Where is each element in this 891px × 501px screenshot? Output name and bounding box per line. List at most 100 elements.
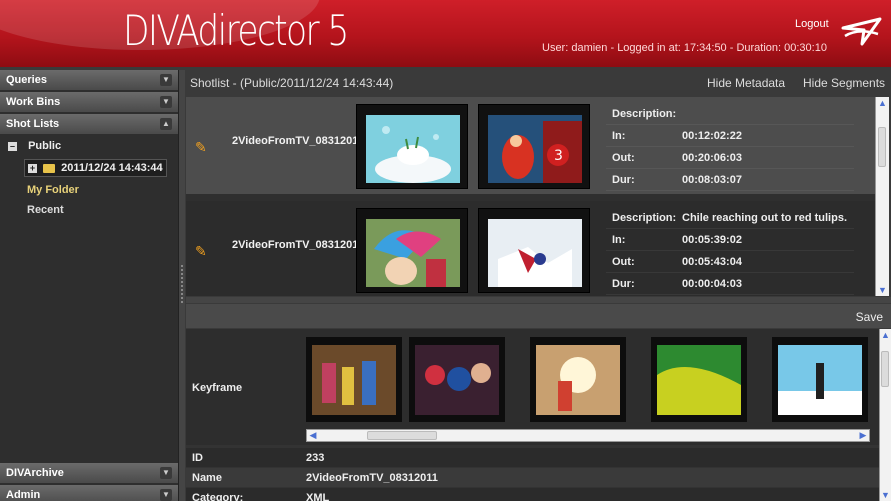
panel-splitter[interactable] — [186, 297, 891, 303]
tree-item-label: Recent — [27, 204, 64, 216]
tree-item-public[interactable]: – Public — [8, 140, 61, 158]
scroll-thumb[interactable] — [878, 127, 886, 167]
field-value: XML — [306, 492, 330, 501]
tree-item-label: Public — [28, 140, 62, 152]
section-label: Admin — [6, 489, 41, 501]
sidebar-section-shot-lists[interactable]: Shot Lists ▲ — [0, 114, 178, 134]
keyframe-thumbnail[interactable] — [306, 337, 402, 422]
scroll-down-icon[interactable]: ▼ — [880, 489, 891, 501]
field-label: Category: — [192, 492, 244, 501]
meta-out-row: Out: 00:20:06:03 — [606, 147, 854, 169]
collapse-icon[interactable]: – — [8, 141, 17, 151]
keyframe-image — [778, 345, 862, 415]
pencil-icon[interactable]: ✎ — [195, 243, 207, 260]
chevron-down-icon[interactable]: ▼ — [160, 74, 172, 86]
tree-item-selected-shotlist[interactable]: + 2011/12/24 14:43:44 — [24, 159, 167, 177]
meta-in-row: In: 00:12:02:22 — [606, 125, 854, 147]
keyframe-thumbnail[interactable] — [772, 337, 868, 422]
chevron-down-icon[interactable]: ▼ — [160, 467, 172, 479]
shotlist-title: Shotlist - (Public/2011/12/24 14:43:44) — [190, 76, 394, 90]
scroll-thumb[interactable] — [367, 431, 437, 440]
sidebar-section-divarchive[interactable]: DIVArchive ▼ — [0, 463, 178, 483]
logo-version: 5 — [327, 6, 349, 55]
segment-clip-name: 2VideoFromTV_0831201 — [232, 239, 359, 251]
metadata-field-row: ID 233 — [186, 448, 879, 467]
segment-row[interactable]: ✎ 2VideoFromTV_0831201 Description: Chil… — [186, 201, 875, 296]
meta-label: Description: — [612, 108, 677, 120]
metadata-toolbar: Save — [186, 304, 891, 328]
keyframe-thumbnail[interactable] — [409, 337, 505, 422]
chevron-down-icon[interactable]: ▼ — [160, 489, 172, 501]
section-label: Shot Lists — [6, 118, 60, 130]
meta-label: Description: — [612, 212, 677, 224]
save-button[interactable]: Save — [856, 310, 883, 324]
scroll-thumb[interactable] — [881, 351, 889, 387]
meta-value: 00:00:04:03 — [682, 278, 742, 290]
segment-metadata: Description: Chile reaching out to red tu… — [606, 207, 854, 295]
scroll-left-icon[interactable]: ◀ — [307, 430, 319, 441]
shotlist-tree: – Public + 2011/12/24 14:43:44 My Folder… — [0, 136, 178, 462]
keyframe-image — [536, 345, 620, 415]
scroll-up-icon[interactable]: ▲ — [876, 97, 889, 109]
keyframe-image — [312, 345, 396, 415]
sidebar-splitter[interactable] — [178, 70, 185, 501]
thumbnail-image — [488, 219, 582, 287]
keyframe-label: Keyframe — [192, 382, 243, 394]
segment-clip-name: 2VideoFromTV_0831201 — [232, 135, 359, 147]
segment-list-scrollbar[interactable]: ▲ ▼ — [875, 97, 889, 296]
keyframe-scrollbar[interactable]: ◀ ▶ — [306, 429, 870, 442]
meta-dur-row: Dur: 00:00:04:03 — [606, 273, 854, 295]
app-logo: DIVAdirector 5 — [123, 6, 349, 55]
segment-row[interactable]: ✎ 2VideoFromTV_0831201 3 Description: In… — [186, 97, 875, 194]
meta-in-row: In: 00:05:39:02 — [606, 229, 854, 251]
chevron-up-icon[interactable]: ▲ — [160, 118, 172, 130]
expand-icon[interactable]: + — [28, 163, 37, 173]
keyframe-thumbnail[interactable] — [651, 337, 747, 422]
field-value: 233 — [306, 452, 325, 464]
metadata-field-row: Name 2VideoFromTV_08312011 — [186, 468, 879, 487]
thumbnail-image — [366, 219, 460, 287]
tree-item-my-folder[interactable]: My Folder — [27, 184, 79, 202]
sidebar-section-queries[interactable]: Queries ▼ — [0, 70, 178, 90]
tree-item-recent[interactable]: Recent — [27, 204, 64, 222]
tree-item-label: My Folder — [27, 184, 79, 196]
meta-label: In: — [612, 130, 626, 142]
logout-link[interactable]: Logout — [795, 18, 829, 30]
hide-segments-button[interactable]: Hide Segments — [803, 76, 885, 90]
segment-in-thumbnail[interactable] — [356, 104, 468, 189]
segment-in-thumbnail[interactable] — [356, 208, 468, 293]
segment-out-thumbnail[interactable] — [478, 208, 590, 293]
logo-prefix: DIVA — [123, 6, 199, 55]
keyframe-row: Keyframe ◀ ▶ — [186, 329, 879, 445]
meta-dur-row: Dur: 00:08:03:07 — [606, 169, 854, 191]
meta-value: 00:08:03:07 — [682, 174, 742, 186]
section-label: Work Bins — [6, 96, 61, 108]
meta-value: Chile reaching out to red tulips. — [682, 212, 848, 224]
keyframe-image — [657, 345, 741, 415]
metadata-scrollbar[interactable]: ▲ ▼ — [879, 329, 891, 501]
scroll-down-icon[interactable]: ▼ — [876, 284, 889, 296]
field-label: ID — [192, 452, 203, 464]
splitter-grip-icon[interactable] — [181, 265, 183, 305]
thumbnail-image: 3 — [488, 115, 582, 183]
section-label: DIVArchive — [6, 467, 64, 479]
sidebar-section-admin[interactable]: Admin ▼ — [0, 485, 178, 501]
scroll-right-icon[interactable]: ▶ — [857, 430, 869, 441]
app-header: DIVAdirector 5 Logout User: damien - Log… — [0, 0, 891, 67]
meta-label: Dur: — [612, 278, 635, 290]
meta-description-row: Description: — [606, 103, 854, 125]
folder-icon — [43, 163, 56, 173]
pencil-icon[interactable]: ✎ — [195, 139, 207, 156]
sidebar-section-work-bins[interactable]: Work Bins ▼ — [0, 92, 178, 112]
keyframe-thumbnail[interactable] — [530, 337, 626, 422]
segment-out-thumbnail[interactable]: 3 — [478, 104, 590, 189]
logo-suffix: director — [197, 6, 319, 55]
hide-metadata-button[interactable]: Hide Metadata — [707, 76, 785, 90]
sidebar-bottom-sections: DIVArchive ▼ Admin ▼ — [0, 463, 178, 501]
meta-value: 00:20:06:03 — [682, 152, 742, 164]
field-value: 2VideoFromTV_08312011 — [306, 472, 438, 484]
scroll-up-icon[interactable]: ▲ — [880, 329, 891, 341]
thumbnail-image — [366, 115, 460, 183]
meta-value: 00:05:39:02 — [682, 234, 742, 246]
chevron-down-icon[interactable]: ▼ — [160, 96, 172, 108]
